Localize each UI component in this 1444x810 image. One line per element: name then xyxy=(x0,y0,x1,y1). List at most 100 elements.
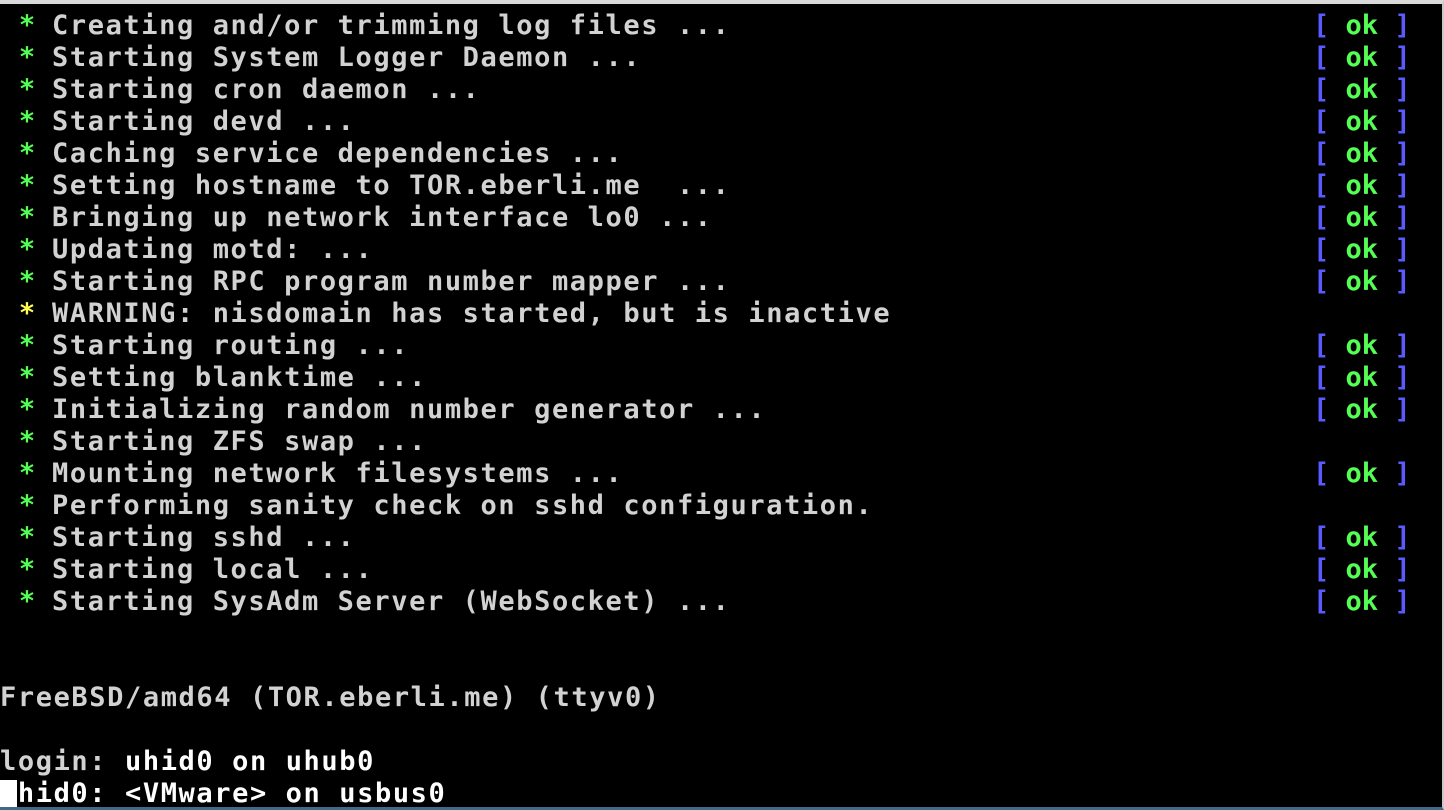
bullet-icon: * xyxy=(18,490,36,521)
boot-line: * Caching service dependencies ... [ ok ] xyxy=(0,138,1438,170)
boot-line: * Starting System Logger Daemon ... [ ok ] xyxy=(0,42,1438,74)
boot-message: Caching service dependencies ... xyxy=(52,138,624,169)
status-ok-badge: [ ok ] xyxy=(1313,394,1423,426)
boot-line: * Starting SysAdm Server (WebSocket) ... [… xyxy=(0,586,1438,618)
status-close-bracket: ] xyxy=(1394,458,1411,489)
bullet-icon: * xyxy=(18,554,36,585)
bullet-icon: * xyxy=(18,426,36,457)
boot-message: Updating motd: ... xyxy=(52,234,374,265)
boot-message: Starting SysAdm Server (WebSocket) ... xyxy=(52,586,731,617)
status-ok-label: ok xyxy=(1345,522,1379,553)
status-open-bracket: [ xyxy=(1313,458,1330,489)
device-row: uhid0: <VMware> on usbus0 xyxy=(0,746,1438,807)
text-cursor[interactable] xyxy=(0,780,17,807)
status-open-bracket: [ xyxy=(1313,394,1330,425)
bullet-icon: * xyxy=(18,138,36,169)
bullet-icon: * xyxy=(18,74,36,105)
boot-line: * Updating motd: ... [ ok ] xyxy=(0,234,1438,266)
status-close-bracket: ] xyxy=(1394,10,1411,41)
status-open-bracket: [ xyxy=(1313,234,1330,265)
status-open-bracket: [ xyxy=(1313,266,1330,297)
status-open-bracket: [ xyxy=(1313,42,1330,73)
status-open-bracket: [ xyxy=(1313,522,1330,553)
status-ok-badge: [ ok ] xyxy=(1313,266,1423,298)
bullet-icon: * xyxy=(18,522,36,553)
status-open-bracket: [ xyxy=(1313,362,1330,393)
status-ok-badge: [ ok ] xyxy=(1313,202,1423,234)
status-ok-badge: [ ok ] xyxy=(1313,74,1423,106)
status-close-bracket: ] xyxy=(1394,234,1411,265)
status-ok-label: ok xyxy=(1345,74,1379,105)
bullet-icon: * xyxy=(18,362,36,393)
boot-line: * Bringing up network interface lo0 ... [ … xyxy=(0,202,1438,234)
boot-message: WARNING: nisdomain has started, but is i… xyxy=(52,298,892,329)
boot-message: Initializing random number generator ... xyxy=(52,394,767,425)
status-ok-badge: [ ok ] xyxy=(1313,554,1423,586)
boot-message: Starting devd ... xyxy=(52,106,356,137)
boot-message: Mounting network filesystems ... xyxy=(52,458,624,489)
system-banner-row: FreeBSD/amd64 (TOR.eberli.me) (ttyv0) xyxy=(0,650,1438,713)
bullet-icon: * xyxy=(18,170,36,201)
status-open-bracket: [ xyxy=(1313,554,1330,585)
terminal-screen[interactable]: * Creating and/or trimming log files ... [… xyxy=(0,5,1438,807)
bullet-icon: * xyxy=(18,106,36,137)
status-ok-label: ok xyxy=(1345,170,1379,201)
system-banner: FreeBSD/amd64 (TOR.eberli.me) (ttyv0) xyxy=(0,682,661,713)
boot-line: * Setting hostname to TOR.eberli.me ... [ … xyxy=(0,170,1438,202)
boot-message: Starting System Logger Daemon ... xyxy=(52,42,642,73)
status-open-bracket: [ xyxy=(1313,586,1330,617)
boot-line: * Creating and/or trimming log files ... [… xyxy=(0,10,1438,42)
boot-line: * Starting cron daemon ... [ ok ] xyxy=(0,74,1438,106)
status-ok-badge: [ ok ] xyxy=(1313,330,1423,362)
status-ok-label: ok xyxy=(1345,42,1379,73)
status-ok-badge: [ ok ] xyxy=(1313,42,1423,74)
status-open-bracket: [ xyxy=(1313,202,1330,233)
status-ok-label: ok xyxy=(1345,330,1379,361)
status-close-bracket: ] xyxy=(1394,74,1411,105)
status-ok-badge: [ ok ] xyxy=(1313,522,1423,554)
boot-message: Starting sshd ... xyxy=(52,522,356,553)
status-close-bracket: ] xyxy=(1394,394,1411,425)
status-ok-label: ok xyxy=(1345,586,1379,617)
status-ok-label: ok xyxy=(1345,234,1379,265)
status-ok-label: ok xyxy=(1345,10,1379,41)
login-row: login: uhid0 on uhub0 xyxy=(0,714,1438,777)
status-open-bracket: [ xyxy=(1313,74,1330,105)
status-ok-badge: [ ok ] xyxy=(1313,234,1423,266)
console-window: * Creating and/or trimming log files ... [… xyxy=(0,0,1444,810)
bullet-icon: * xyxy=(18,458,36,489)
boot-line: * Setting blanktime ... [ ok ] xyxy=(0,362,1438,394)
boot-message: Starting RPC program number mapper ... xyxy=(52,266,731,297)
bullet-icon: * xyxy=(18,202,36,233)
status-close-bracket: ] xyxy=(1394,170,1411,201)
status-open-bracket: [ xyxy=(1313,10,1330,41)
device-message: uhid0: <VMware> on usbus0 xyxy=(0,778,447,807)
status-close-bracket: ] xyxy=(1394,138,1411,169)
boot-message: Creating and/or trimming log files ... xyxy=(52,10,731,41)
bullet-icon: * xyxy=(18,298,36,329)
boot-message: Bringing up network interface lo0 ... xyxy=(52,202,713,233)
status-close-bracket: ] xyxy=(1394,266,1411,297)
status-close-bracket: ] xyxy=(1394,202,1411,233)
boot-line: * Starting sshd ... [ ok ] xyxy=(0,522,1438,554)
status-close-bracket: ] xyxy=(1394,554,1411,585)
bullet-icon: * xyxy=(18,42,36,73)
bullet-icon: * xyxy=(18,10,36,41)
boot-message: Starting ZFS swap ... xyxy=(52,426,427,457)
boot-line: * Performing sanity check on sshd configu… xyxy=(0,490,1438,522)
status-ok-label: ok xyxy=(1345,266,1379,297)
status-open-bracket: [ xyxy=(1313,330,1330,361)
status-open-bracket: [ xyxy=(1313,106,1330,137)
boot-message: Setting hostname to TOR.eberli.me ... xyxy=(52,170,731,201)
status-ok-badge: [ ok ] xyxy=(1313,170,1423,202)
status-ok-label: ok xyxy=(1345,202,1379,233)
status-ok-label: ok xyxy=(1345,394,1379,425)
status-close-bracket: ] xyxy=(1394,42,1411,73)
status-ok-badge: [ ok ] xyxy=(1313,138,1423,170)
bullet-icon: * xyxy=(18,234,36,265)
bullet-icon: * xyxy=(18,586,36,617)
boot-line: * Starting devd ... [ ok ] xyxy=(0,106,1438,138)
status-close-bracket: ] xyxy=(1394,106,1411,137)
boot-line: * Starting local ... [ ok ] xyxy=(0,554,1438,586)
status-ok-label: ok xyxy=(1345,554,1379,585)
